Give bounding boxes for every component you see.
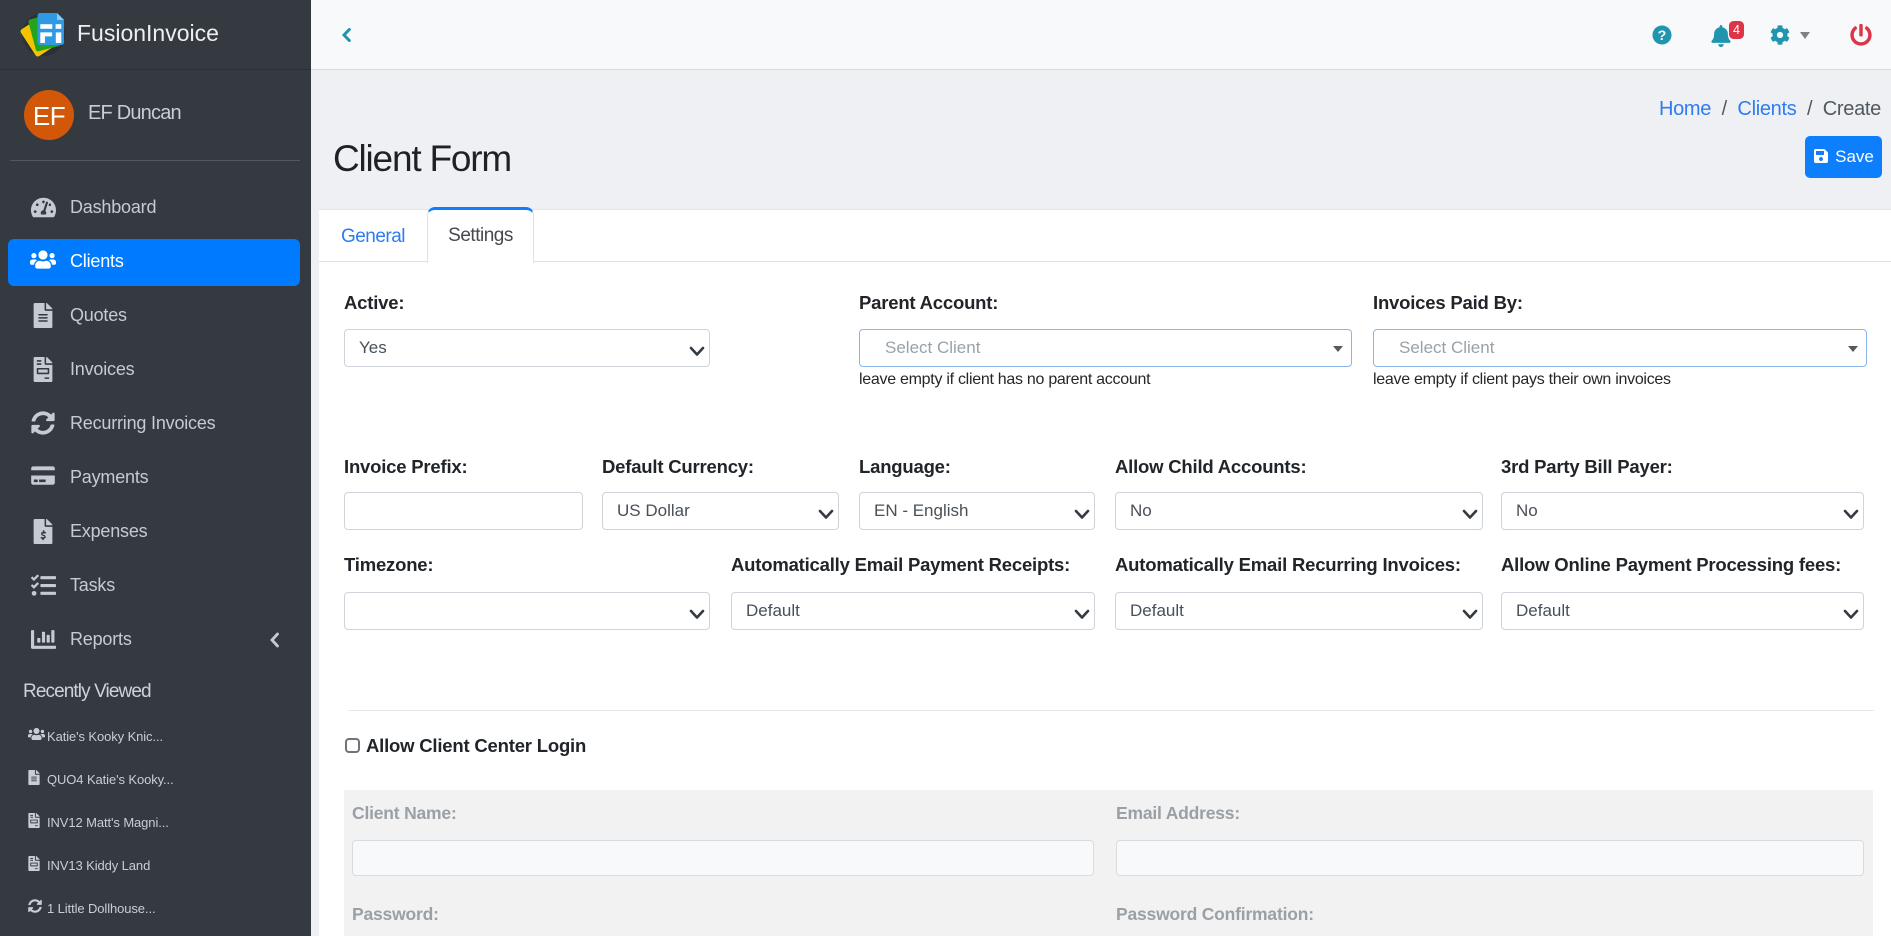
svg-text:?: ?: [1658, 28, 1667, 44]
